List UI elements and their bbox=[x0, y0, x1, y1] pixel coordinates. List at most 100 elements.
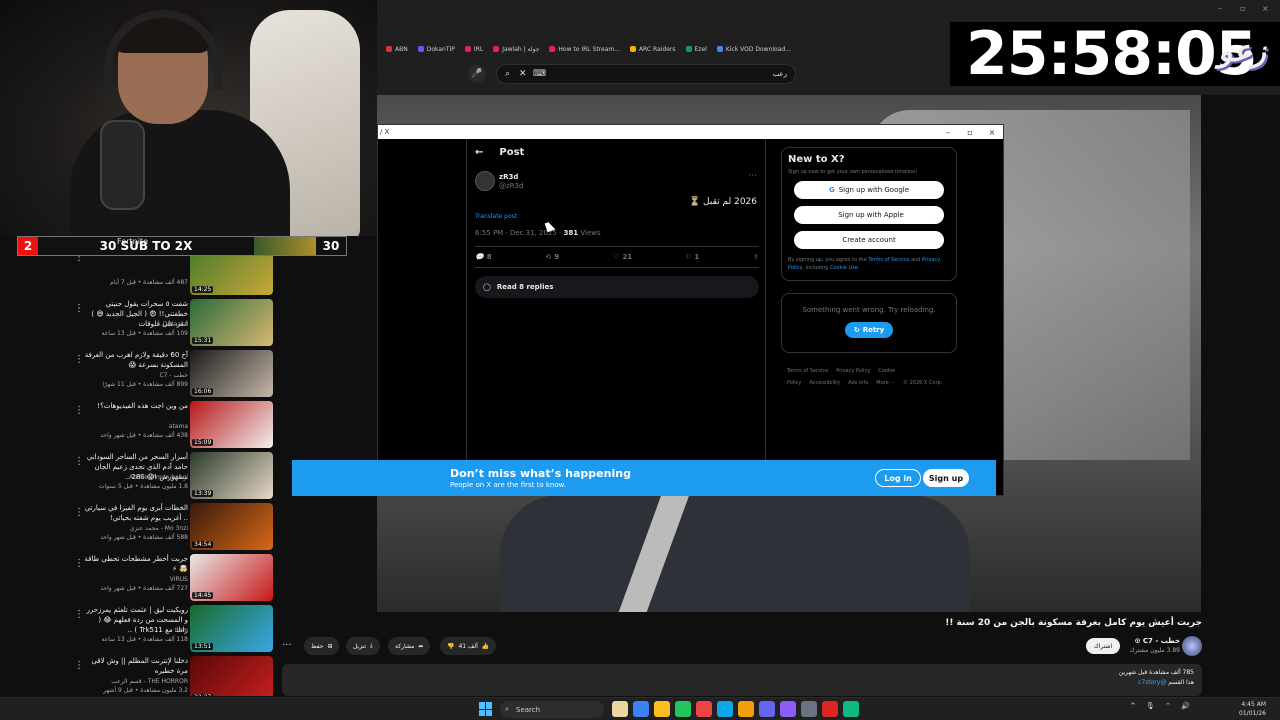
avatar[interactable] bbox=[475, 171, 495, 191]
taskbar-app-icon[interactable] bbox=[696, 701, 712, 717]
list-item[interactable]: ⋮ جربت أخطر مشطحات تحطي طاقة 🤯 ⚡ VIRUS 727 … bbox=[70, 554, 275, 604]
taskbar-app-icon[interactable] bbox=[843, 701, 859, 717]
read-replies-button[interactable]: ◯ Read 8 replies bbox=[475, 276, 759, 298]
search-icon[interactable]: ⌕ bbox=[505, 69, 519, 79]
list-item[interactable]: ⋮ دخلنا لإنترنت المظلم || وش لاقى مرة خطي… bbox=[70, 656, 275, 696]
more-actions-button[interactable]: ··· bbox=[282, 640, 292, 651]
description-link[interactable]: @c7story bbox=[1138, 679, 1166, 686]
download-button[interactable]: تنزيل ⤓ bbox=[346, 637, 380, 655]
video-item-channel[interactable]: Mo 3nzi - محمد عنزي bbox=[84, 525, 188, 532]
video-item-title[interactable]: جربت أخطر مشطحات تحطي طاقة 🤯 ⚡ bbox=[84, 554, 188, 574]
footer-link[interactable]: Terms of Service bbox=[787, 368, 828, 374]
more-vert-icon[interactable]: ⋮ bbox=[74, 354, 84, 365]
more-vert-icon[interactable]: ⋮ bbox=[74, 507, 84, 518]
taskbar-app-icon[interactable] bbox=[738, 701, 754, 717]
more-vert-icon[interactable]: ⋮ bbox=[74, 660, 84, 671]
taskbar-search[interactable]: ⌕ Search bbox=[500, 701, 604, 718]
voice-search-icon[interactable]: 🎤 bbox=[468, 65, 486, 83]
list-item[interactable]: ⋮ أسرار السحر من الساحر السوداني حامد آدم… bbox=[70, 452, 275, 502]
like-button[interactable]: ♡ 21 bbox=[613, 253, 632, 261]
search-input[interactable]: ⌕ ✕ ⌨ رعب bbox=[496, 64, 796, 84]
list-item[interactable]: ⋮ رويكيت ليق | عثمث تلعثم يمرزحرر و المسح… bbox=[70, 605, 275, 655]
footer-link[interactable]: Ads info bbox=[848, 380, 868, 386]
more-vert-icon[interactable]: ⋮ bbox=[74, 609, 84, 620]
taskbar-clock[interactable]: 4:45 AM 01/01/26 bbox=[1239, 700, 1266, 718]
save-button[interactable]: حفظ ⊞ bbox=[304, 637, 340, 655]
bookmark-item[interactable]: Kick VOD Download... bbox=[716, 42, 791, 56]
volume-icon[interactable]: 🔊 bbox=[1181, 702, 1190, 711]
window-minimize-button[interactable]: – bbox=[1218, 4, 1222, 13]
bookmark-item[interactable]: Jawlah | جولة bbox=[493, 42, 539, 56]
bookmark-item[interactable]: ABN bbox=[386, 42, 408, 56]
taskbar-app-icon[interactable] bbox=[822, 701, 838, 717]
taskbar-app-icon[interactable] bbox=[654, 701, 670, 717]
x-minimize-button[interactable]: – bbox=[937, 128, 959, 137]
repost-button[interactable]: ⟲ 9 bbox=[546, 253, 560, 261]
windows-start-icon[interactable] bbox=[479, 702, 493, 716]
like-dislike-button[interactable]: 👎 41 ألف 👍 bbox=[440, 637, 497, 655]
list-item[interactable]: ⋮ الخطات أبرى يوم الفيزا في سيارتي .. أغر… bbox=[70, 503, 275, 553]
bookmark-item[interactable]: How to IRL Stream... bbox=[549, 42, 620, 56]
more-vert-icon[interactable]: ⋮ bbox=[74, 256, 84, 263]
bookmark-item[interactable]: ARC Raiders bbox=[629, 42, 676, 56]
list-item[interactable]: ⋮ آخ 60 دقيقة ولازم اهرب من الغرفة المسكو… bbox=[70, 350, 275, 400]
search-query[interactable]: رعب bbox=[547, 70, 787, 78]
more-vert-icon[interactable]: ⋮ bbox=[74, 456, 84, 467]
more-options-icon[interactable]: ··· bbox=[748, 171, 757, 181]
list-item[interactable]: ⋮ 487 ألف مشاهدة • قبل 7 أيام 14:25 bbox=[70, 256, 275, 298]
channel-avatar[interactable] bbox=[1182, 636, 1202, 656]
video-item-channel[interactable]: atama bbox=[84, 423, 188, 430]
create-account-button[interactable]: Create account bbox=[794, 231, 944, 249]
taskbar-app-icon[interactable] bbox=[717, 701, 733, 717]
video-item-channel[interactable]: Sam bbox=[84, 627, 188, 634]
bookmark-item[interactable]: Ezel bbox=[685, 42, 707, 56]
wifi-icon[interactable]: ⌔ bbox=[1165, 702, 1172, 711]
video-thumbnail[interactable]: 14:25 bbox=[190, 256, 273, 295]
signup-button[interactable]: Sign up bbox=[923, 469, 969, 487]
taskbar-app-icon[interactable] bbox=[675, 701, 691, 717]
more-vert-icon[interactable]: ⋮ bbox=[74, 405, 84, 416]
share-video-button[interactable]: مشاركة ➦ bbox=[388, 637, 431, 655]
more-vert-icon[interactable]: ⋮ bbox=[74, 558, 84, 569]
window-close-button[interactable]: × bbox=[1262, 4, 1269, 13]
back-arrow-icon[interactable]: ← bbox=[475, 147, 483, 158]
video-item-title[interactable]: دخلنا لإنترنت المظلم || وش لاقى مرة خطير… bbox=[84, 656, 188, 676]
video-item-channel[interactable]: THE HORROR - قسم الرعب bbox=[84, 678, 188, 685]
video-thumbnail[interactable]: 14:45 bbox=[190, 554, 273, 601]
video-thumbnail[interactable]: 15:09 bbox=[190, 401, 273, 448]
video-item-channel[interactable]: Abdelrahman babgi bbox=[84, 474, 188, 481]
taskbar-app-icon[interactable] bbox=[759, 701, 775, 717]
video-item-channel[interactable]: DrKaaLo bbox=[84, 321, 188, 328]
user-handle[interactable]: @zR3d bbox=[499, 182, 523, 190]
login-button[interactable]: Log in bbox=[875, 469, 921, 487]
video-item-channel[interactable]: خطب - C7 bbox=[84, 372, 188, 379]
video-description[interactable]: 785 ألف مشاهدة قبل شهرين هذا القسم @c7st… bbox=[282, 664, 1202, 696]
footer-link[interactable]: More ··· bbox=[876, 380, 895, 386]
mic-icon[interactable]: 🎙 bbox=[1146, 702, 1155, 711]
bookmark-item[interactable]: DokanTIP bbox=[417, 42, 455, 56]
list-item[interactable]: ⋮ شفت ٥ سحرات يقول جنيتي خطفتني!! 😨 ( الج… bbox=[70, 299, 275, 349]
video-item-title[interactable]: من وين اجت هذه الفيديوهات؟! bbox=[84, 401, 188, 411]
footer-link[interactable]: Accessibility bbox=[809, 380, 840, 386]
bookmark-button[interactable]: ⚐ 1 bbox=[686, 253, 699, 261]
video-item-title[interactable]: الخطات أبرى يوم الفيزا في سيارتي .. أغري… bbox=[84, 503, 188, 523]
cookie-link[interactable]: Cookie Use. bbox=[830, 265, 860, 271]
user-name[interactable]: zR3d bbox=[499, 173, 518, 181]
share-button[interactable]: ⇪ bbox=[753, 253, 759, 261]
chevron-up-icon[interactable]: ^ bbox=[1130, 702, 1136, 711]
reply-button[interactable]: 💬 8 bbox=[475, 253, 492, 261]
footer-link[interactable]: © 2026 X Corp. bbox=[903, 380, 942, 386]
retry-button[interactable]: ↻ Retry bbox=[845, 322, 893, 338]
video-thumbnail[interactable]: 32:27 bbox=[190, 656, 273, 696]
more-vert-icon[interactable]: ⋮ bbox=[74, 303, 84, 314]
google-signup-button[interactable]: G Sign up with Google bbox=[794, 181, 944, 199]
taskbar-app-icon[interactable] bbox=[612, 701, 628, 717]
video-thumbnail[interactable]: 13:39 bbox=[190, 452, 273, 499]
translate-post-link[interactable]: Translate post bbox=[475, 213, 517, 220]
video-item-channel[interactable]: VIRUS bbox=[84, 576, 188, 583]
channel-name[interactable]: خطب - C7 ⊙ bbox=[1135, 637, 1180, 645]
x-close-button[interactable]: × bbox=[981, 128, 1003, 137]
taskbar-app-icon[interactable] bbox=[801, 701, 817, 717]
footer-link[interactable]: Privacy Policy bbox=[836, 368, 870, 374]
keyboard-icon[interactable]: ⌨ bbox=[533, 69, 547, 79]
